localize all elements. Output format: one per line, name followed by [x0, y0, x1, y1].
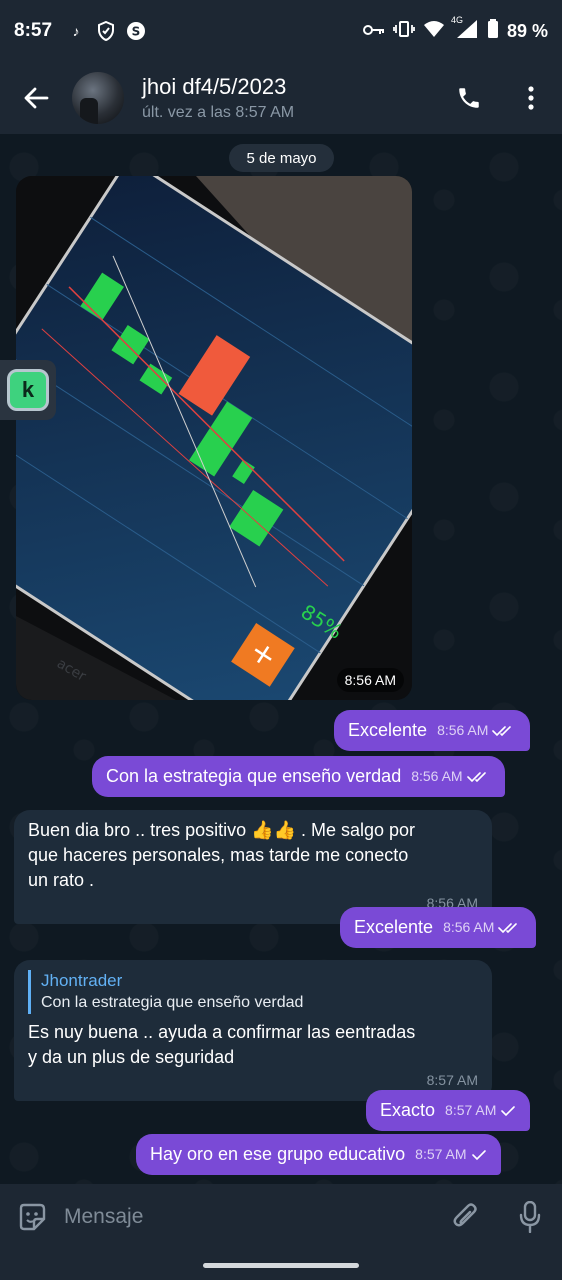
message-text: Con la estrategia que enseño verdad: [106, 766, 402, 786]
message-meta: 8:56 AM: [443, 915, 522, 940]
reply-quote[interactable]: Jhontrader Con la estrategia que enseño …: [28, 970, 478, 1014]
photo-timestamp: 8:56 AM: [336, 668, 404, 692]
svg-text:S: S: [132, 25, 141, 39]
message-composer: [0, 1184, 562, 1250]
double-check-icon: [492, 725, 512, 736]
message-meta: 8:56 AM: [437, 718, 516, 743]
message-meta: 8:57 AM: [415, 1142, 486, 1167]
message-time: 8:57 AM: [445, 1102, 497, 1118]
message-line: que haceres personales, mas tarde me con…: [28, 845, 409, 865]
single-check-icon: [471, 1149, 486, 1160]
avatar[interactable]: [72, 72, 124, 124]
battery-level: 89 %: [506, 20, 548, 41]
sticker-button[interactable]: [0, 1184, 64, 1250]
last-seen: últ. vez a las 8:57 AM: [142, 104, 295, 121]
back-button[interactable]: [0, 62, 72, 134]
single-check-icon: [501, 1105, 516, 1116]
double-check-icon: [466, 771, 486, 782]
wifi-icon: [423, 20, 445, 43]
message-text: Hay oro en ese grupo educativo: [150, 1144, 406, 1164]
message-line: y da un plus de seguridad: [28, 1047, 235, 1067]
system-nav-bar: [0, 1250, 562, 1280]
paperclip-icon: [453, 1203, 477, 1227]
incoming-reply-message[interactable]: Jhontrader Con la estrategia que enseño …: [14, 960, 492, 1101]
message-line: Buen dia bro .. tres positivo 👍👍 . Me sa…: [28, 820, 415, 840]
more-options-button[interactable]: [500, 62, 562, 134]
chat-header: jhoi df4/5/2023 últ. vez a las 8:57 AM: [0, 62, 562, 134]
phone-icon: [459, 88, 479, 108]
outgoing-message[interactable]: Hay oro en ese grupo educativo 8:57 AM: [136, 1134, 501, 1175]
message-text: Excelente: [354, 917, 434, 937]
more-vertical-icon: [528, 86, 534, 110]
k-app-icon: k: [7, 369, 49, 411]
trading-screen-photo: + 85% acer: [16, 176, 412, 700]
message-text: Excelente: [348, 720, 428, 740]
arrow-left-icon: [24, 87, 49, 109]
chat-title-block[interactable]: jhoi df4/5/2023 últ. vez a las 8:57 AM: [142, 74, 438, 122]
network-type: 4G: [450, 14, 463, 25]
home-gesture-handle[interactable]: [203, 1262, 359, 1268]
message-text: Exacto: [380, 1100, 436, 1120]
status-time: 8:57: [14, 20, 53, 41]
app-notification-icon: S: [126, 21, 146, 41]
status-bar: 8:57 ♪ S 4G 89 %: [0, 0, 562, 62]
call-button[interactable]: [438, 62, 500, 134]
photo-message[interactable]: + 85% acer 8:56 AM: [16, 176, 412, 700]
chat-messages[interactable]: 5 de mayo k + 85% acer 8:56 AM Excelente…: [0, 134, 562, 1184]
message-time: 8:56 AM: [437, 722, 489, 738]
message-meta: 8:56 AM: [411, 764, 490, 789]
floating-app-bubble[interactable]: k: [0, 360, 56, 420]
vibrate-icon: [393, 20, 415, 43]
outgoing-message[interactable]: Con la estrategia que enseño verdad 8:56 …: [92, 756, 505, 797]
outgoing-message[interactable]: Exacto 8:57 AM: [366, 1090, 531, 1131]
message-line: un rato .: [28, 870, 95, 890]
key-icon: [362, 21, 385, 42]
reply-text: Con la estrategia que enseño verdad: [41, 994, 304, 1011]
attach-button[interactable]: [434, 1184, 498, 1250]
voice-record-button[interactable]: [498, 1184, 562, 1250]
chat-name: jhoi df4/5/2023: [142, 74, 287, 99]
outgoing-message[interactable]: Excelente 8:56 AM: [340, 907, 537, 948]
message-line: Es nuy buena .. ayuda a confirmar las ee…: [28, 1022, 416, 1042]
date-separator: 5 de mayo: [229, 144, 334, 172]
shield-icon: [96, 21, 116, 41]
message-time: 8:57 AM: [415, 1146, 467, 1162]
microphone-icon: [519, 1201, 541, 1233]
outgoing-message[interactable]: Excelente 8:56 AM: [334, 710, 531, 751]
status-right: 4G 89 %: [362, 15, 548, 44]
sticker-icon: [19, 1203, 46, 1231]
message-input[interactable]: [64, 1205, 434, 1229]
message-time: 8:56 AM: [443, 919, 495, 935]
signal-icon: 4G: [451, 15, 479, 44]
reply-author: Jhontrader: [41, 971, 123, 990]
message-time: 8:56 AM: [411, 768, 463, 784]
double-check-icon: [498, 922, 518, 933]
message-meta: 8:57 AM: [445, 1098, 516, 1123]
battery-icon: [487, 18, 499, 44]
tiktok-icon: ♪: [72, 23, 80, 39]
